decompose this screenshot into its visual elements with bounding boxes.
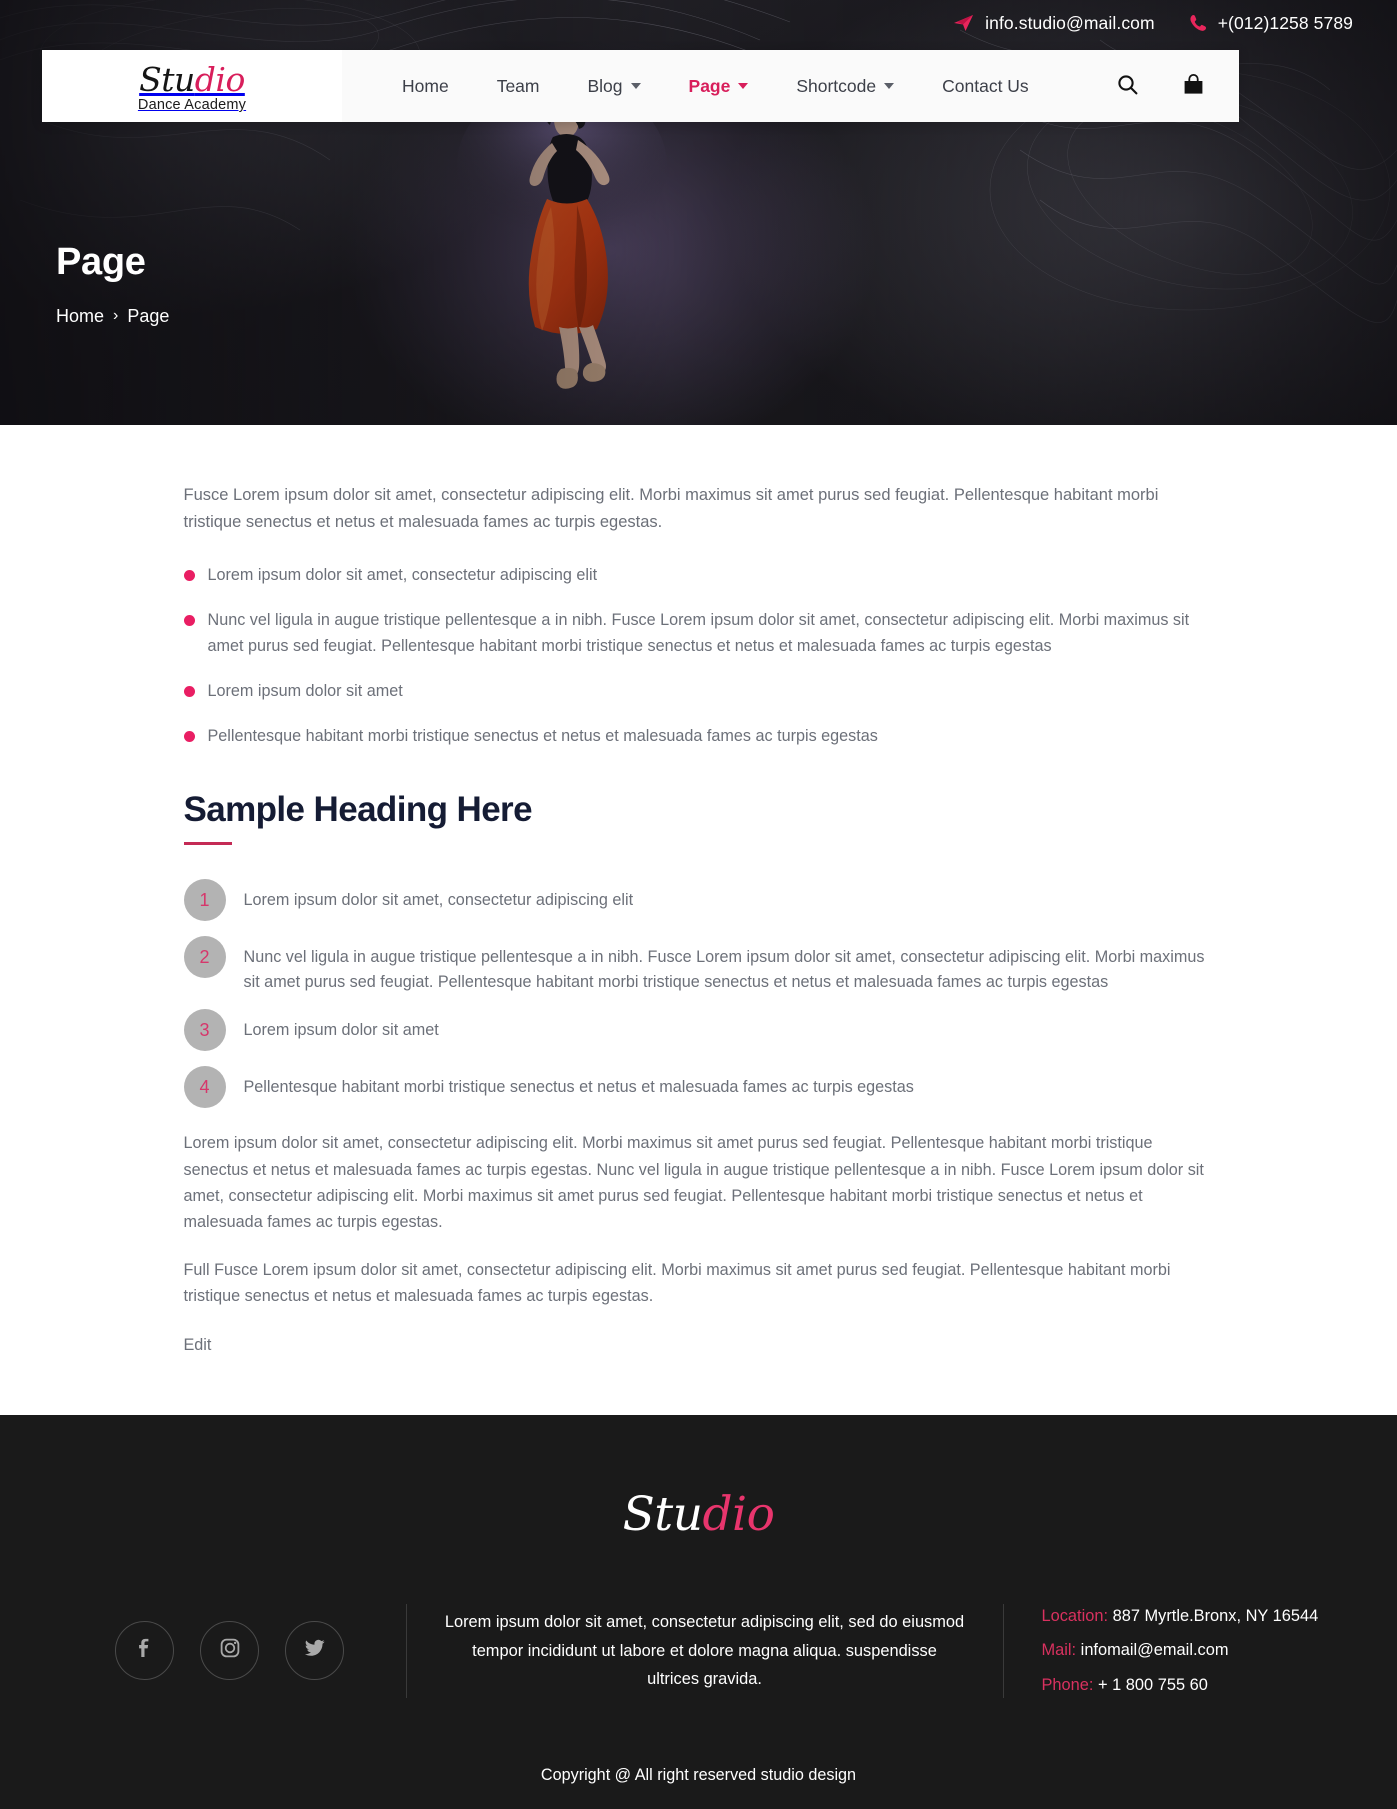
nav-item-team[interactable]: Team <box>473 76 564 97</box>
logo-wordmark: Studio <box>139 63 245 96</box>
list-item: 4 Pellentesque habitant morbi tristique … <box>183 1066 1214 1109</box>
list-item: Lorem ipsum dolor sit amet <box>183 679 1214 705</box>
site-footer: Studio Lorem ipsum dolor sit amet, conse… <box>0 1414 1397 1809</box>
footer-location: Location: 887 Myrtle.Bronx, NY 16544 <box>1042 1604 1344 1629</box>
breadcrumb-home[interactable]: Home <box>56 306 104 327</box>
shopping-bag-icon <box>1182 73 1205 99</box>
breadcrumb: Home › Page <box>56 306 169 327</box>
footer-location-value: 887 Myrtle.Bronx, NY 16544 <box>1112 1606 1319 1625</box>
footer-about-column: Lorem ipsum dolor sit amet, consectetur … <box>405 1603 1004 1698</box>
content-container: Fusce Lorem ipsum dolor sit amet, consec… <box>99 482 1299 1355</box>
nav-item-blog[interactable]: Blog <box>563 76 664 97</box>
logo-part-2: dio <box>194 60 246 99</box>
twitter-icon <box>303 1637 326 1664</box>
nav-label-contact-us: Contact Us <box>942 75 1029 96</box>
footer-location-label: Location: <box>1041 1606 1109 1625</box>
site-logo[interactable]: Studio Dance Academy <box>42 50 342 122</box>
social-link-twitter[interactable] <box>285 1621 344 1681</box>
footer-mail: Mail: infomail@email.com <box>1042 1638 1344 1663</box>
footer-logo-part-2: dio <box>702 1486 775 1542</box>
nav-label-home: Home <box>402 75 449 96</box>
list-item: Pellentesque habitant morbi tristique se… <box>183 724 1214 750</box>
list-number-badge: 3 <box>183 1009 226 1052</box>
breadcrumb-current: Page <box>127 305 170 326</box>
intro-paragraph: Fusce Lorem ipsum dolor sit amet, consec… <box>183 486 1159 531</box>
nav-item-page[interactable]: Page <box>665 76 773 97</box>
send-icon <box>953 14 974 32</box>
instagram-icon <box>219 1637 241 1664</box>
header-tools <box>1117 50 1239 122</box>
cart-button[interactable] <box>1182 73 1205 99</box>
topbar-phone-text: +(012)1258 5789 <box>1217 12 1353 33</box>
search-icon <box>1117 74 1138 98</box>
footer-columns: Lorem ipsum dolor sit amet, consectetur … <box>54 1603 1344 1754</box>
footer-mail-label: Mail: <box>1041 1641 1077 1660</box>
list-number-badge: 4 <box>183 1066 226 1109</box>
body-paragraph-1: Lorem ipsum dolor sit amet, consectetur … <box>183 1134 1204 1231</box>
list-item-text: Nunc vel ligula in augue tristique pelle… <box>243 948 1205 991</box>
list-item: 1 Lorem ipsum dolor sit amet, consectetu… <box>183 879 1214 922</box>
nav-label-shortcode: Shortcode <box>796 75 877 96</box>
nav-item-shortcode[interactable]: Shortcode <box>772 76 918 97</box>
chevron-down-icon <box>630 83 641 89</box>
facebook-icon <box>134 1637 156 1664</box>
top-contact-bar: info.studio@mail.com +(012)1258 5789 <box>0 0 1397 46</box>
footer-logo-part-1: Stu <box>622 1486 703 1542</box>
search-button[interactable] <box>1117 74 1138 98</box>
footer-mail-value[interactable]: infomail@email.com <box>1081 1641 1229 1659</box>
page-title: Page <box>56 241 146 283</box>
site-header: Studio Dance Academy Home Team Blog Page… <box>42 50 1239 122</box>
list-number-badge: 2 <box>183 936 226 979</box>
list-number-badge: 1 <box>183 879 226 922</box>
list-item: Lorem ipsum dolor sit amet, consectetur … <box>183 563 1214 589</box>
nav-item-contact-us[interactable]: Contact Us <box>918 76 1053 97</box>
topbar-email[interactable]: info.studio@mail.com <box>953 13 1155 34</box>
hero-banner: info.studio@mail.com +(012)1258 5789 Stu… <box>0 0 1397 425</box>
list-item: Nunc vel ligula in augue tristique pelle… <box>183 608 1214 660</box>
section-heading: Sample Heading Here <box>183 790 533 830</box>
chevron-down-icon <box>738 83 749 89</box>
topbar-phone[interactable]: +(012)1258 5789 <box>1189 13 1353 34</box>
list-item-text: Pellentesque habitant morbi tristique se… <box>243 1078 914 1097</box>
topbar-email-text: info.studio@mail.com <box>985 12 1155 33</box>
heading-underline <box>183 842 232 846</box>
bullet-list: Lorem ipsum dolor sit amet, consectetur … <box>183 563 1214 750</box>
footer-phone-label: Phone: <box>1041 1675 1094 1694</box>
numbered-list: 1 Lorem ipsum dolor sit amet, consectetu… <box>183 879 1214 1109</box>
list-item: 2 Nunc vel ligula in augue tristique pel… <box>183 936 1214 994</box>
edit-link[interactable]: Edit <box>184 1336 212 1355</box>
list-item-text: Lorem ipsum dolor sit amet <box>243 1021 439 1040</box>
main-content: Fusce Lorem ipsum dolor sit amet, consec… <box>0 425 1397 1415</box>
phone-icon <box>1189 14 1207 32</box>
social-link-instagram[interactable] <box>200 1621 259 1681</box>
footer-logo[interactable]: Studio <box>0 1487 1397 1542</box>
social-link-facebook[interactable] <box>115 1621 174 1681</box>
body-paragraph-2: Full Fusce Lorem ipsum dolor sit amet, c… <box>183 1261 1171 1306</box>
copyright-text: Copyright @ All right reserved studio de… <box>540 1765 857 1784</box>
breadcrumb-separator: › <box>113 307 119 325</box>
nav-item-home[interactable]: Home <box>378 76 473 97</box>
footer-phone-value[interactable]: + 1 800 755 60 <box>1098 1676 1208 1694</box>
list-item: 3 Lorem ipsum dolor sit amet <box>183 1009 1214 1052</box>
footer-phone: Phone: + 1 800 755 60 <box>1042 1673 1344 1698</box>
list-item-text: Lorem ipsum dolor sit amet, consectetur … <box>243 891 634 910</box>
logo-part-1: Stu <box>139 60 195 99</box>
footer-about-text: Lorem ipsum dolor sit amet, consectetur … <box>444 1613 965 1688</box>
hero-text-block: Page Home › Page <box>56 241 169 327</box>
main-navigation: Home Team Blog Page Shortcode Contact Us <box>342 50 1117 122</box>
footer-contact-column: Location: 887 Myrtle.Bronx, NY 16544 Mai… <box>1004 1604 1344 1698</box>
nav-label-team: Team <box>496 75 540 96</box>
footer-social-column <box>54 1604 406 1698</box>
logo-subtitle: Dance Academy <box>137 97 247 113</box>
nav-label-blog: Blog <box>587 75 623 96</box>
nav-label-page: Page <box>688 75 731 96</box>
chevron-down-icon <box>884 83 895 89</box>
